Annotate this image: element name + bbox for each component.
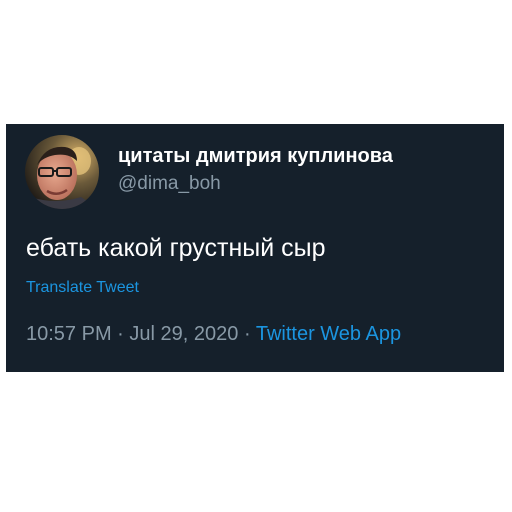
tweet-time[interactable]: 10:57 PM: [26, 323, 112, 345]
display-name[interactable]: цитаты дмитрия куплинова: [118, 145, 393, 168]
meta-separator: ·: [243, 323, 251, 345]
tweet-text: ебать какой грустный сыр: [26, 234, 326, 262]
tweet-card: цитаты дмитрия куплинова @dima_boh ебать…: [6, 124, 504, 372]
profile-photo-icon: [25, 135, 99, 209]
tweet-meta: 10:57 PM · Jul 29, 2020 · Twitter Web Ap…: [26, 323, 401, 346]
tweet-date[interactable]: Jul 29, 2020: [129, 323, 238, 345]
tweet-source-link[interactable]: Twitter Web App: [256, 323, 401, 345]
meta-separator: ·: [117, 323, 124, 345]
user-handle[interactable]: @dima_boh: [118, 173, 221, 195]
avatar[interactable]: [25, 135, 99, 209]
translate-tweet-link[interactable]: Translate Tweet: [26, 279, 139, 297]
